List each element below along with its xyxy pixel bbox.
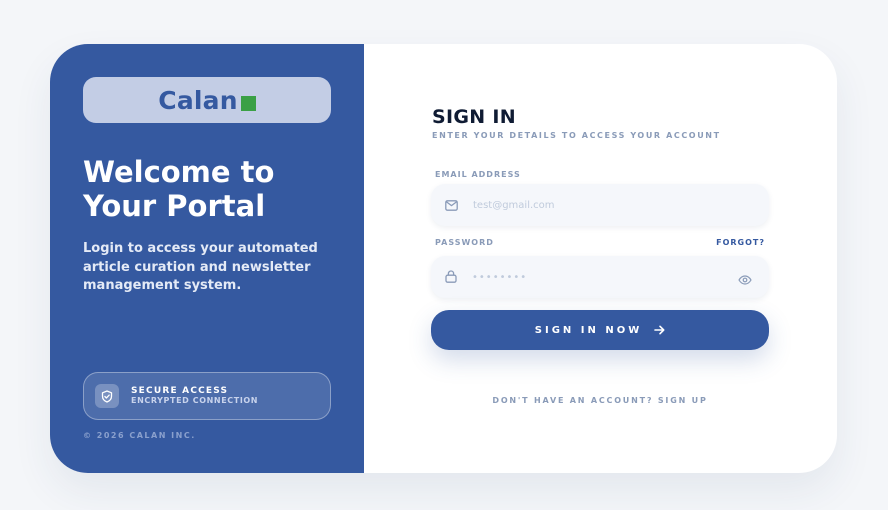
- welcome-line-1: Welcome to: [83, 155, 275, 189]
- email-field-wrapper[interactable]: [431, 184, 769, 226]
- secure-access-subtitle: ENCRYPTED CONNECTION: [131, 396, 259, 405]
- copyright: © 2026 CALAN INC.: [83, 431, 196, 440]
- logo-square-icon: [240, 95, 256, 111]
- secure-access-badge: SECURE ACCESS ENCRYPTED CONNECTION: [83, 372, 331, 420]
- portal-description: Login to access your automated article c…: [83, 241, 318, 294]
- logo-text: Calan: [158, 85, 238, 115]
- secure-access-title: SECURE ACCESS: [131, 386, 229, 396]
- signin-panel: SIGN IN ENTER YOUR DETAILS TO ACCESS YOU…: [364, 44, 837, 473]
- arrow-right-icon: [654, 325, 665, 335]
- password-label: PASSWORD: [435, 238, 494, 247]
- email-label: EMAIL ADDRESS: [435, 170, 521, 179]
- eye-icon[interactable]: [738, 270, 752, 289]
- welcome-heading: Welcome to Your Portal: [83, 155, 343, 223]
- logo: Calan: [83, 77, 331, 123]
- shield-check-icon: [95, 384, 119, 408]
- signup-link[interactable]: DON'T HAVE AN ACCOUNT? SIGN UP: [431, 396, 769, 405]
- signin-subtitle: ENTER YOUR DETAILS TO ACCESS YOUR ACCOUN…: [432, 131, 721, 140]
- login-card: Calan Welcome to Your Portal Login to ac…: [50, 44, 837, 473]
- mail-icon: [445, 196, 458, 215]
- email-field[interactable]: [473, 199, 713, 211]
- lock-icon: [445, 268, 457, 287]
- forgot-password-link[interactable]: FORGOT?: [716, 238, 765, 247]
- password-field[interactable]: [472, 271, 712, 283]
- signin-button-label: SIGN IN NOW: [534, 324, 643, 336]
- brand-panel: Calan Welcome to Your Portal Login to ac…: [50, 44, 364, 473]
- password-field-wrapper[interactable]: [431, 256, 769, 298]
- welcome-line-2: Your Portal: [83, 189, 266, 223]
- signin-title: SIGN IN: [432, 106, 516, 128]
- signin-button[interactable]: SIGN IN NOW: [431, 310, 769, 350]
